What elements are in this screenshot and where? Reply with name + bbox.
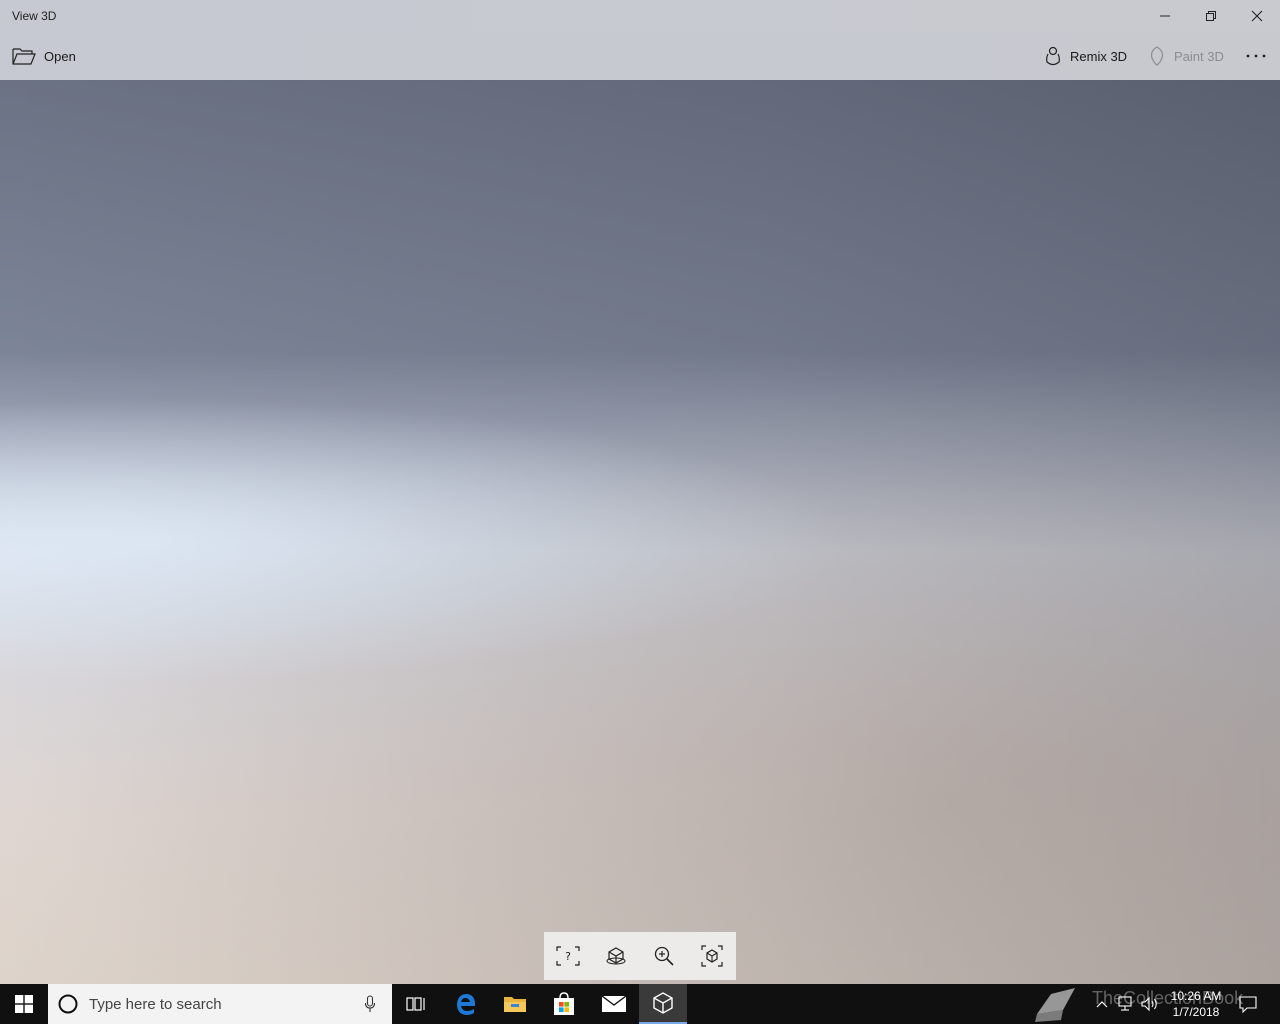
close-icon [1251,10,1263,22]
environment-icon [606,947,626,965]
remix3d-button[interactable]: Remix 3D [1044,32,1127,80]
window-title: View 3D [12,9,57,23]
start-button[interactable] [0,984,48,1024]
collection-book-logo [1028,984,1084,1024]
store-button[interactable] [540,984,588,1024]
3d-viewport[interactable] [0,80,1280,984]
restore-icon [1206,11,1216,21]
clock-date: 1/7/2018 [1172,1005,1220,1019]
environment-button[interactable] [592,932,640,980]
paint3d-icon [1150,46,1164,66]
command-bar: Open Remix 3D Paint 3D [0,32,1280,80]
svg-text:?: ? [565,950,571,963]
help-frame-button[interactable]: ? [544,932,592,980]
notification-icon [1239,996,1257,1013]
taskbar-clock[interactable]: 10:26 AM 1/7/2018 [1160,988,1232,1020]
mail-button[interactable] [590,984,638,1024]
action-center-button[interactable] [1236,984,1260,1024]
remix3d-label: Remix 3D [1070,48,1128,64]
task-view-icon [406,997,425,1011]
volume-icon [1141,996,1157,1012]
minimize-button[interactable] [1142,0,1188,32]
restore-button[interactable] [1188,0,1234,32]
zoom-in-icon [654,946,674,966]
network-button[interactable] [1114,984,1138,1024]
more-icon [1246,54,1266,58]
more-button[interactable] [1244,32,1268,80]
store-icon [554,992,574,1015]
clock-time: 10:26 AM [1170,989,1222,1003]
taskbar-search-box[interactable]: Type here to search [48,984,392,1024]
edge-browser-icon [457,994,475,1015]
view-toolbar: ? [544,932,736,980]
file-explorer-icon [504,997,526,1012]
edge-button[interactable] [442,984,490,1024]
folder-open-icon [12,48,36,65]
book-watermark-icon [1035,988,1075,1022]
view3d-cube-icon [653,992,673,1014]
taskbar: Type here to search TheCollectionBook 10… [0,984,1280,1024]
viewport-shading [0,80,1280,984]
mail-icon [601,995,627,1012]
volume-button[interactable] [1138,984,1162,1024]
paint3d-label: Paint 3D [1174,48,1224,64]
show-hidden-icons-button[interactable] [1090,984,1114,1024]
chevron-up-icon [1096,1001,1108,1008]
help-frame-icon: ? [556,946,580,966]
remix3d-icon [1046,46,1060,66]
open-button[interactable]: Open [12,32,76,80]
windows-logo-icon [15,995,33,1013]
view3d-taskbar-button[interactable] [639,984,687,1024]
reset-view-icon [701,945,723,967]
task-view-button[interactable] [392,984,440,1024]
reset-view-button[interactable] [688,932,736,980]
open-label: Open [44,48,76,64]
zoom-in-button[interactable] [640,932,688,980]
file-explorer-button[interactable] [491,984,539,1024]
paint3d-button[interactable]: Paint 3D [1148,32,1224,80]
cortana-icon [58,994,78,1014]
search-placeholder: Type here to search [89,995,222,1013]
network-icon [1118,996,1132,1011]
microphone-icon[interactable] [364,995,376,1013]
title-bar: View 3D [0,0,1280,32]
minimize-icon [1160,15,1170,17]
close-button[interactable] [1234,0,1280,32]
